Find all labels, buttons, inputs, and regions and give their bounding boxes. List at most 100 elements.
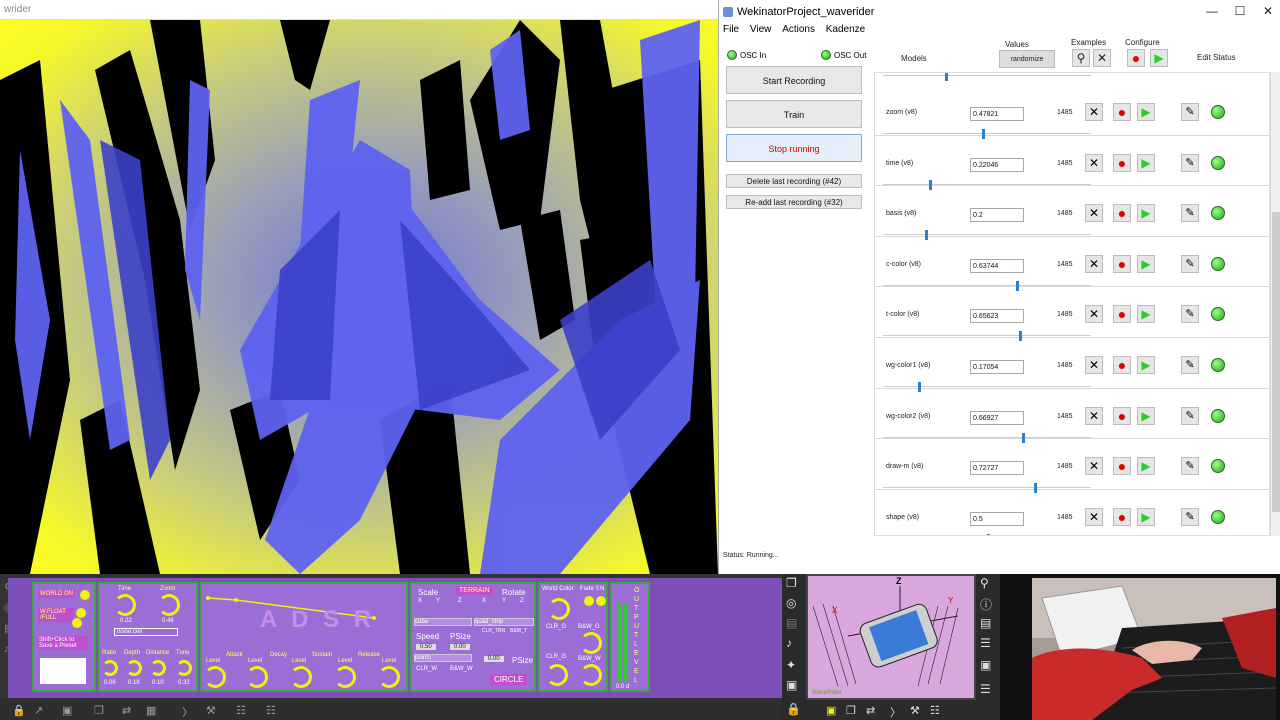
sparkle-icon[interactable]: ✦ [786,658,796,672]
info-icon[interactable]: ⓘ [980,596,992,613]
adsr-knob-1[interactable] [204,666,226,688]
windows-icon-2[interactable]: ❐ [846,704,856,717]
preset-grid[interactable] [40,658,86,684]
chat-icon[interactable]: ▣ [62,704,72,717]
w-float-toggle-a[interactable] [76,608,86,618]
play-icon[interactable]: ▶ [1137,204,1155,223]
lock-icon[interactable]: 🔒 [12,704,26,717]
stop-running-button[interactable]: Stop running [726,134,862,162]
noise-field[interactable]: noise.cell [114,628,178,636]
menu-kadenze[interactable]: Kadenze [826,24,865,35]
model-value-input[interactable]: 0.65623 [970,309,1024,324]
world-color-knob-3[interactable] [546,664,568,686]
code-icon[interactable]: 〉 [182,704,193,720]
list-icon[interactable]: ☰ [980,636,991,650]
adsr-knob-2[interactable] [246,666,268,688]
model-slider-knob[interactable] [987,533,990,535]
scrollbar-thumb[interactable] [1272,212,1280,512]
top-slider-knob[interactable] [945,73,948,81]
maximize-button[interactable]: ☐ [1229,4,1251,20]
randomize-button[interactable]: randomize [999,50,1055,68]
adsr-knob-5[interactable] [378,666,400,688]
sliders-icon[interactable]: ☰ [980,682,991,696]
time-knob[interactable] [114,594,136,616]
delete-last-recording-button[interactable]: Delete last recording (#42) [726,174,862,188]
note-icon-2[interactable]: ▣ [826,704,836,717]
book-icon[interactable]: ▤ [980,616,991,630]
w-float-toggle-b[interactable] [72,618,82,628]
record-icon[interactable]: ● [1113,204,1131,223]
link-icon-2[interactable]: ⇄ [866,704,875,717]
minimize-button[interactable]: — [1201,4,1223,20]
image-icon[interactable]: ▣ [786,678,797,692]
play-icon[interactable]: ▶ [1137,254,1155,273]
play-icon[interactable]: ▶ [1137,406,1155,425]
windows-icon[interactable]: ❐ [94,704,104,717]
model-value-input[interactable]: 0.66927 [970,410,1024,425]
model-value-input[interactable]: 0.63744 [970,258,1024,273]
delete-all-examples-icon[interactable]: ✕ [1093,49,1111,67]
strip-select[interactable]: quad_strip [474,618,534,626]
edit-icon[interactable]: ✎ [1181,103,1199,121]
menu-file[interactable]: File [723,24,739,35]
record-all-icon[interactable]: ● [1127,49,1145,67]
model-value-input[interactable]: 0.22046 [970,157,1024,172]
lock-icon-2[interactable]: 🔒 [786,702,801,716]
psize-value[interactable]: 0.00 [450,644,470,650]
speed-value[interactable]: 0.50 [416,644,436,650]
play-icon[interactable]: ▶ [1137,356,1155,374]
edit-icon[interactable]: ✎ [1181,153,1199,172]
delete-examples-icon[interactable]: ✕ [1085,254,1103,273]
adsr-knob-4[interactable] [334,666,356,688]
record-icon[interactable]: ● [1113,406,1131,425]
record-icon[interactable]: ● [1113,103,1131,121]
play-icon[interactable]: ▶ [1137,103,1155,121]
fade-y-toggle[interactable] [584,596,594,606]
dots-icon[interactable]: ☷ [266,704,276,717]
world-color-knob-1[interactable] [548,598,570,620]
readd-last-recording-button[interactable]: Re-add last recording (#32) [726,195,862,209]
psize2-value[interactable]: 0.00 [484,656,504,662]
delete-examples-icon[interactable]: ✕ [1085,103,1103,121]
camera-icon[interactable]: ▣ [980,658,991,672]
model-list-scrollbar[interactable] [1270,72,1280,536]
menu-view[interactable]: View [750,24,772,35]
depth-knob[interactable] [126,660,142,676]
record-icon[interactable]: ● [1113,457,1131,476]
code-icon-2[interactable]: 〉 [890,704,901,720]
edit-icon[interactable]: ✎ [1181,204,1199,223]
delete-examples-icon[interactable]: ✕ [1085,406,1103,425]
model-value-input[interactable]: 0.17054 [970,360,1024,374]
wrench-icon[interactable]: ⚒ [206,704,216,717]
world-color-knob-4[interactable] [580,664,602,686]
record-icon[interactable]: ● [1113,153,1131,172]
model-value-input[interactable]: 0.47821 [970,107,1024,121]
edit-icon[interactable]: ✎ [1181,356,1199,374]
distance-knob[interactable] [150,660,166,676]
record-icon[interactable]: ● [1113,507,1131,526]
play-icon[interactable]: ▶ [1137,507,1155,526]
window-icon[interactable]: ▤ [786,616,797,630]
terrain-button[interactable]: TERRAIN [456,586,493,595]
cube-icon[interactable]: ❐ [786,576,797,590]
target-icon-2[interactable]: ◎ [786,596,796,610]
draw-select[interactable]: points [414,654,472,662]
grid-icon[interactable]: ▦ [146,704,156,717]
record-icon[interactable]: ● [1113,254,1131,273]
piano-icon-2[interactable]: ☷ [930,704,940,717]
edit-icon[interactable]: ✎ [1181,507,1199,526]
play-icon[interactable]: ▶ [1137,153,1155,172]
zoom-knob[interactable] [158,594,180,616]
delete-examples-icon[interactable]: ✕ [1085,153,1103,172]
fade-n-toggle[interactable] [596,596,606,606]
train-button[interactable]: Train [726,100,862,128]
model-value-input[interactable]: 0.5 [970,511,1024,526]
close-button[interactable]: ✕ [1257,4,1279,20]
edit-icon[interactable]: ✎ [1181,457,1199,476]
delete-examples-icon[interactable]: ✕ [1085,305,1103,324]
ratio-knob[interactable] [102,660,118,676]
link-icon[interactable]: ⇄ [122,704,131,717]
piano-icon[interactable]: ☷ [236,704,246,717]
delete-examples-icon[interactable]: ✕ [1085,356,1103,374]
export-icon[interactable]: ↗ [34,704,43,717]
